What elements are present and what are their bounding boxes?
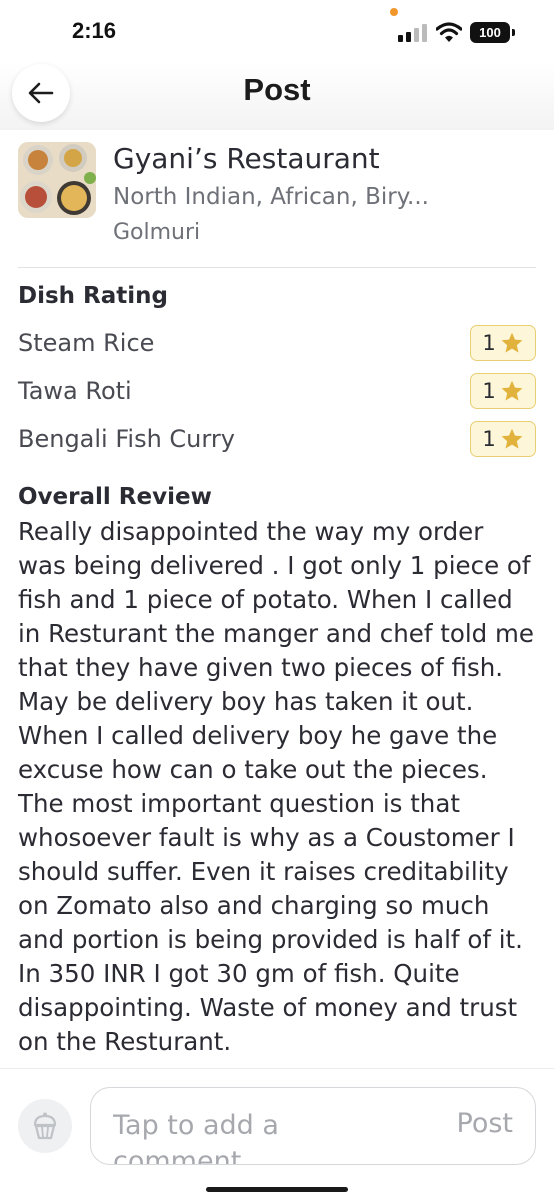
review-text: Really disappointed the way my order was… bbox=[18, 517, 534, 1056]
rating-value: 1 bbox=[482, 427, 496, 451]
home-indicator bbox=[206, 1187, 348, 1192]
rating-value: 1 bbox=[482, 379, 496, 403]
dish-row: Steam Rice 1 bbox=[18, 325, 536, 365]
overall-review-title: Overall Review bbox=[18, 484, 212, 510]
privacy-indicator-dot bbox=[390, 8, 398, 16]
rating-badge: 1 bbox=[470, 421, 536, 457]
battery-level: 100 bbox=[479, 25, 501, 40]
rating-value: 1 bbox=[482, 331, 496, 355]
comment-input[interactable] bbox=[113, 1108, 413, 1164]
header: Post bbox=[0, 62, 554, 130]
restaurant-area: Golmuri bbox=[113, 220, 201, 245]
comment-box[interactable]: Post bbox=[90, 1087, 536, 1165]
rating-badge: 1 bbox=[470, 373, 536, 409]
page-title: Post bbox=[243, 72, 311, 107]
dish-name: Bengali Fish Curry bbox=[18, 425, 235, 453]
restaurant-thumbnail bbox=[18, 142, 96, 218]
star-icon bbox=[501, 380, 523, 401]
rating-badge: 1 bbox=[470, 325, 536, 361]
dish-row: Tawa Roti 1 bbox=[18, 373, 536, 413]
wifi-icon bbox=[436, 22, 462, 42]
dish-rating-title: Dish Rating bbox=[18, 283, 168, 309]
star-icon bbox=[501, 332, 523, 353]
star-icon bbox=[501, 428, 523, 449]
restaurant-name[interactable]: Gyani’s Restaurant bbox=[113, 142, 380, 175]
status-bar: 2:16 100 bbox=[0, 0, 554, 62]
status-time: 2:16 bbox=[72, 18, 117, 43]
signal-icon bbox=[398, 24, 428, 42]
restaurant-cuisine: North Indian, African, Biry... bbox=[113, 184, 429, 210]
avatar bbox=[18, 1099, 72, 1153]
dish-row: Bengali Fish Curry 1 bbox=[18, 421, 536, 461]
restaurant-card[interactable]: Gyani’s Restaurant North Indian, African… bbox=[18, 140, 536, 268]
dish-name: Steam Rice bbox=[18, 329, 155, 357]
post-comment-button[interactable]: Post bbox=[457, 1108, 514, 1139]
dish-name: Tawa Roti bbox=[18, 377, 132, 405]
cupcake-icon bbox=[33, 1112, 57, 1140]
comment-bar: Post bbox=[0, 1068, 554, 1200]
battery-icon: 100 bbox=[470, 22, 515, 43]
